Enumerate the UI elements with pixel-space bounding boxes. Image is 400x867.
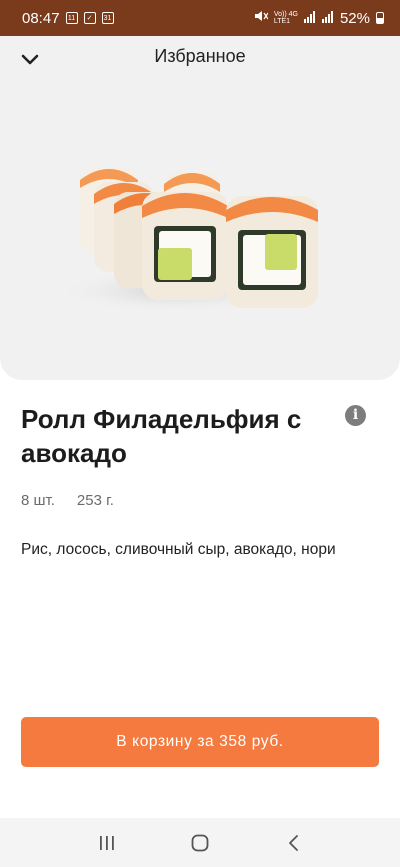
- info-icon[interactable]: i: [345, 405, 366, 426]
- product-weight: 253 г.: [76, 492, 114, 509]
- product-hero: Избранное: [0, 36, 400, 380]
- status-right: Vo)) 4G LTE1 52%: [254, 9, 384, 27]
- calendar-date-notification-icon: 31: [101, 12, 114, 24]
- add-to-cart-label: В корзину за 358 руб.: [116, 733, 284, 750]
- page-title: Избранное: [154, 46, 246, 66]
- product-composition: Рис, лосось, сливочный сыр, авокадо, нор…: [21, 541, 336, 558]
- recent-apps-icon[interactable]: [87, 823, 127, 863]
- signal-icon: [303, 10, 316, 27]
- calendar-notification-icon: 11: [65, 12, 78, 24]
- product-name: Ролл Филадельфия с авокадо: [21, 404, 302, 468]
- product-meta: 8 шт. 253 г.: [21, 492, 114, 509]
- check-notification-icon: ✓: [83, 12, 96, 24]
- status-bar: 08:47 11 ✓ 31 Vo)) 4G LTE1 52%: [0, 0, 400, 36]
- network-type: Vo)) 4G LTE1: [273, 11, 298, 25]
- status-time: 08:47: [22, 9, 60, 27]
- mute-icon: [254, 9, 269, 27]
- product-pieces: 8 шт.: [21, 492, 55, 509]
- back-icon[interactable]: [273, 823, 313, 863]
- home-icon[interactable]: [180, 823, 220, 863]
- system-nav-bar: [0, 818, 400, 867]
- status-left: 08:47 11 ✓ 31: [22, 10, 114, 27]
- battery-icon: [376, 12, 384, 24]
- add-to-cart-button[interactable]: В корзину за 358 руб.: [21, 717, 379, 767]
- sushi-roll-image: [56, 168, 318, 313]
- battery-percent: 52%: [339, 9, 370, 27]
- signal-icon-2: [321, 10, 334, 27]
